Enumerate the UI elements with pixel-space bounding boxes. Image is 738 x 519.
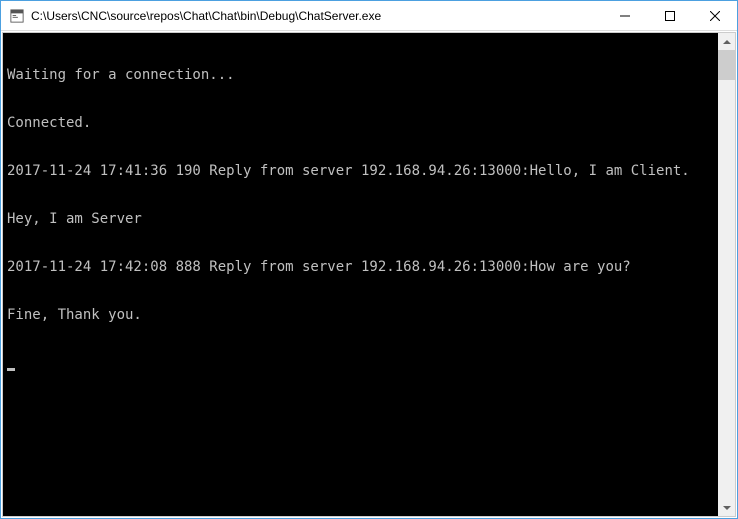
app-icon [9,8,25,24]
window-controls [602,1,737,30]
cursor-icon [7,368,15,371]
maximize-button[interactable] [647,1,692,30]
console-area: Waiting for a connection... Connected. 2… [2,32,736,517]
console-line: 2017-11-24 17:41:36 190 Reply from serve… [7,163,714,179]
console-line: Waiting for a connection... [7,67,714,83]
close-button[interactable] [692,1,737,30]
console-output[interactable]: Waiting for a connection... Connected. 2… [3,33,718,516]
scroll-down-arrow-icon[interactable] [718,499,735,516]
scroll-up-arrow-icon[interactable] [718,33,735,50]
console-line: Fine, Thank you. [7,307,714,323]
minimize-button[interactable] [602,1,647,30]
titlebar[interactable]: C:\Users\CNC\source\repos\Chat\Chat\bin\… [1,1,737,31]
console-window: C:\Users\CNC\source\repos\Chat\Chat\bin\… [0,0,738,519]
console-line: Connected. [7,115,714,131]
scroll-thumb[interactable] [718,50,735,80]
scroll-track[interactable] [718,50,735,499]
vertical-scrollbar[interactable] [718,33,735,516]
window-title: C:\Users\CNC\source\repos\Chat\Chat\bin\… [31,9,602,23]
cursor-line [7,355,714,371]
console-line: 2017-11-24 17:42:08 888 Reply from serve… [7,259,714,275]
console-line: Hey, I am Server [7,211,714,227]
